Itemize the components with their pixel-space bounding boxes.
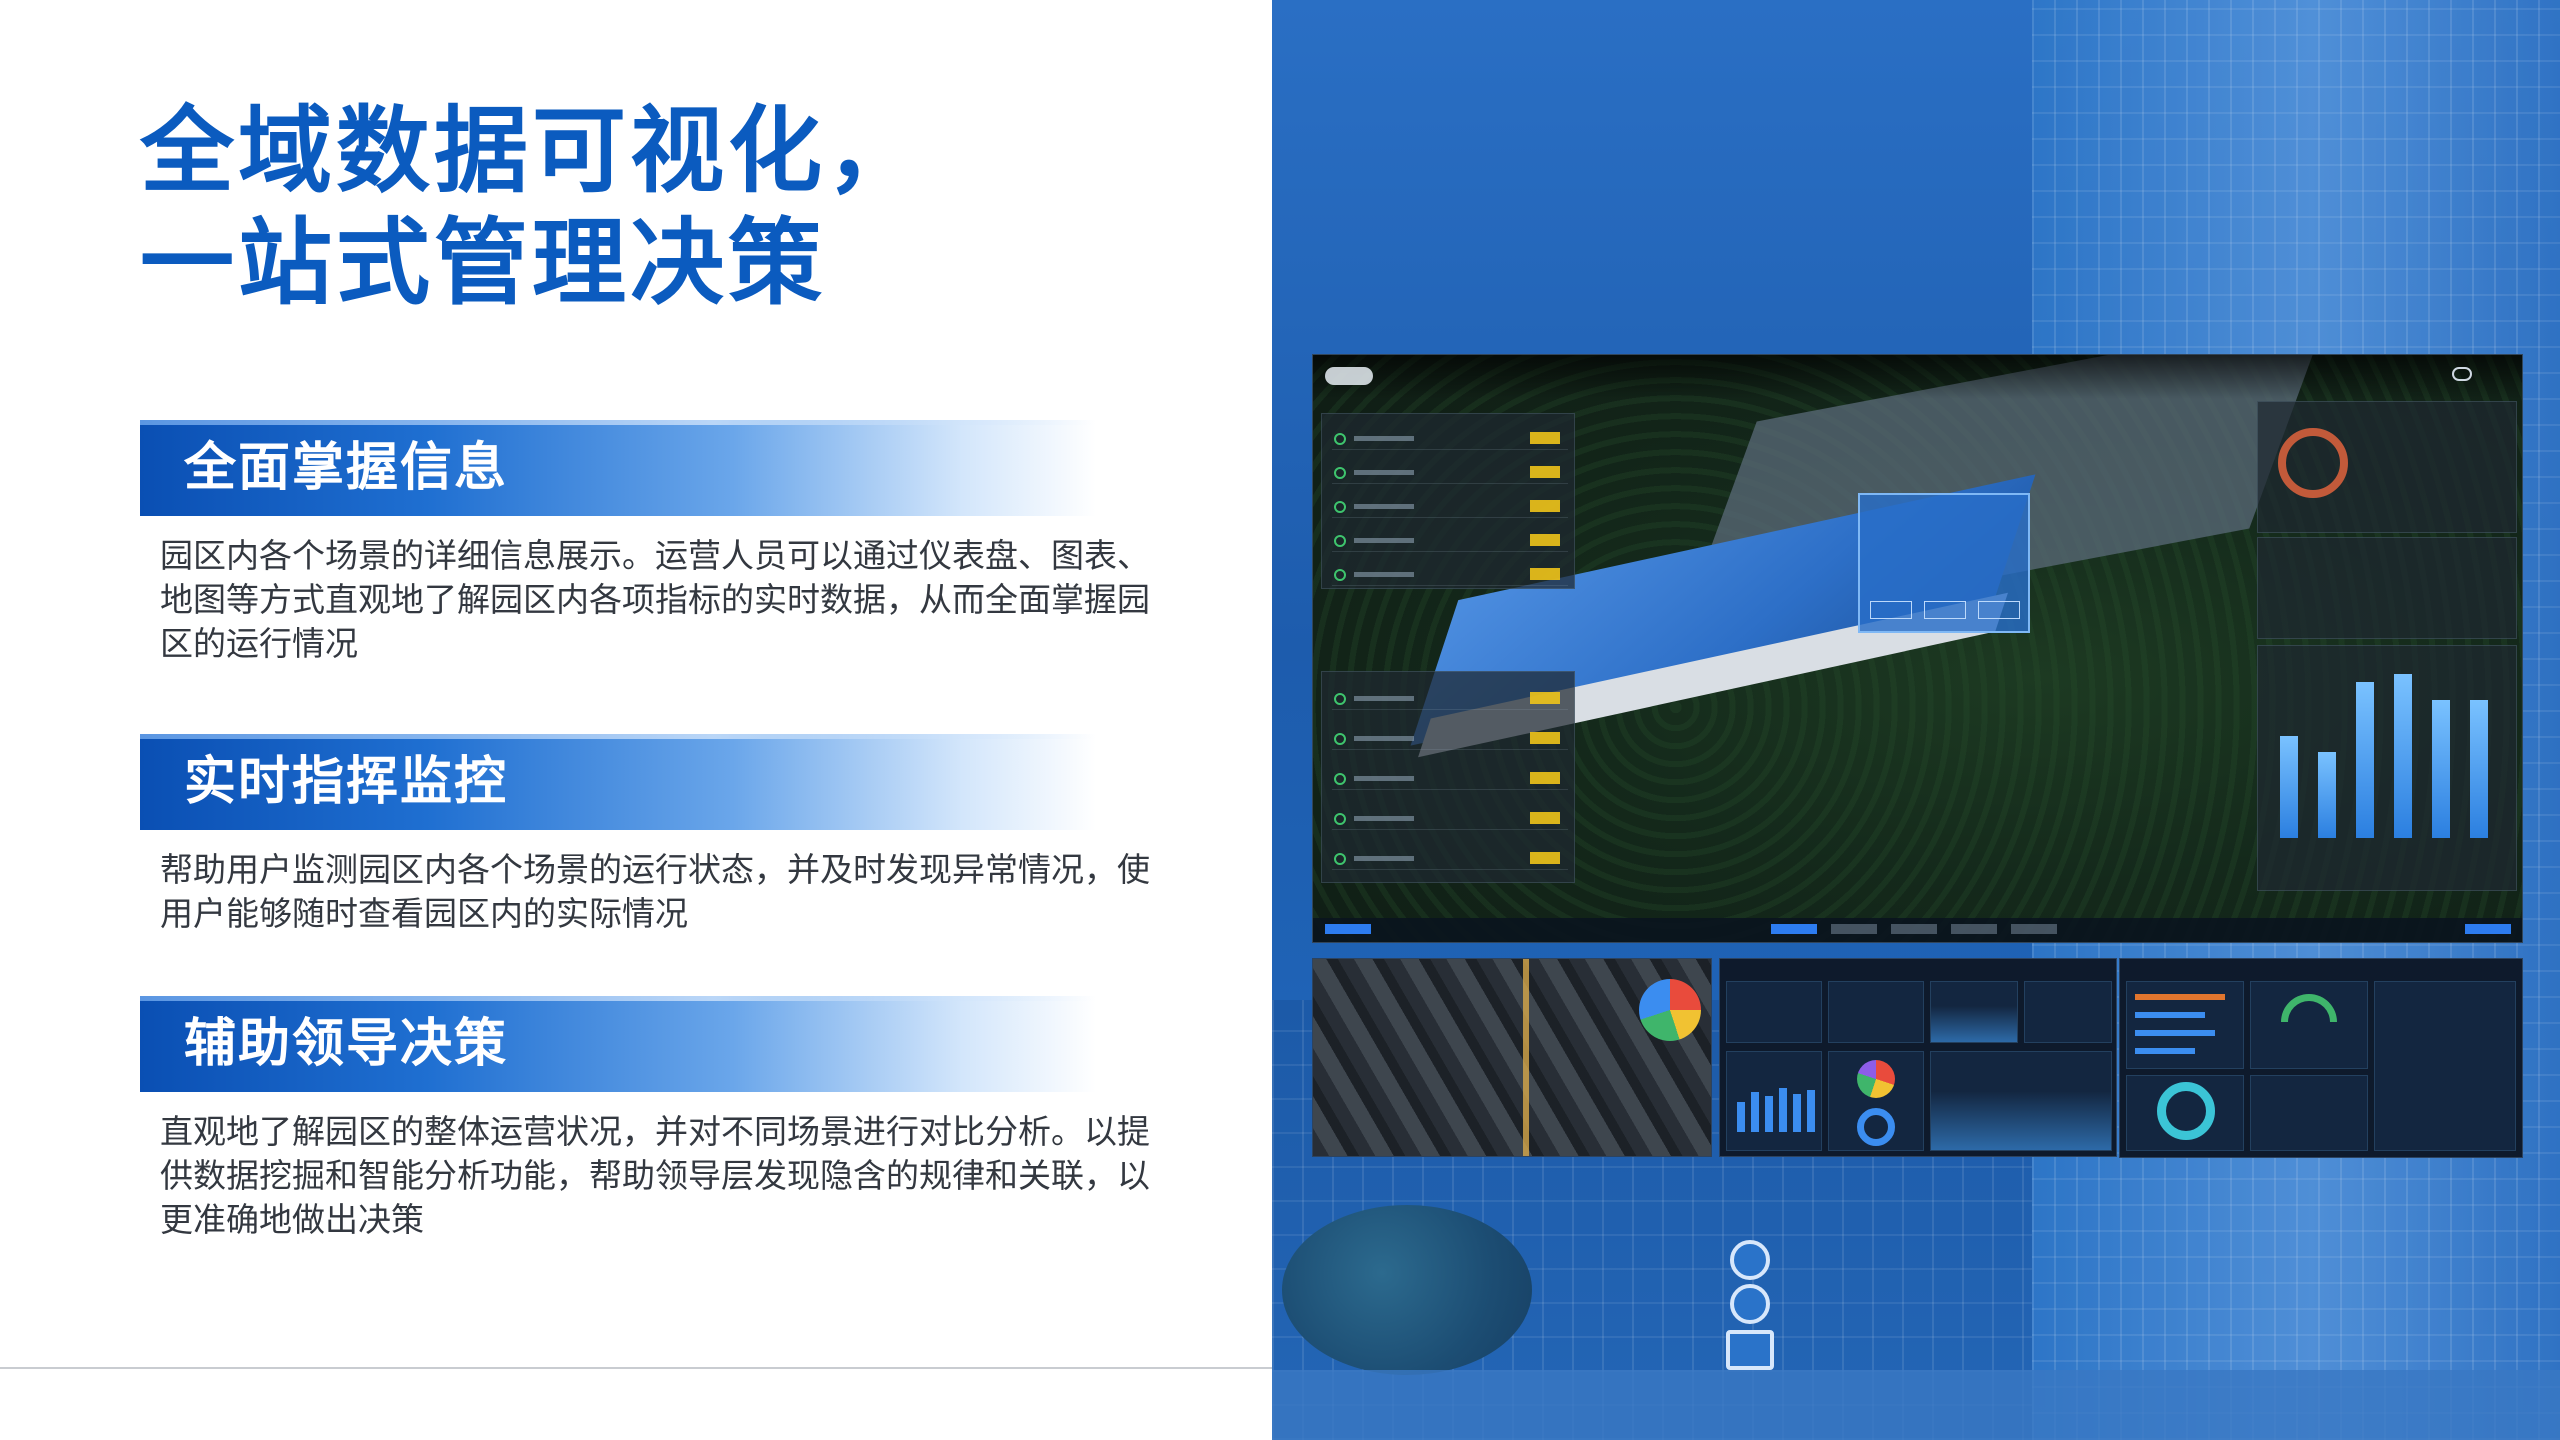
nav-item xyxy=(2011,924,2057,934)
line-chart-card xyxy=(2374,981,2516,1151)
monitoring-dashboard-thumbnail xyxy=(2119,958,2523,1158)
nav-item xyxy=(1951,924,1997,934)
stat-row xyxy=(1332,728,1568,750)
stat-row xyxy=(1332,496,1568,518)
pie-chart-icon xyxy=(1857,1060,1895,1098)
pie-chart-icon xyxy=(1639,979,1701,1041)
section-decision: 辅助领导决策 直观地了解园区的整体运营状况，并对不同场景进行对比分析。以提供数据… xyxy=(140,996,1180,1242)
main-dashboard-screenshot xyxy=(1312,354,2523,943)
donut-chart-card xyxy=(2126,1075,2244,1151)
chart-bar xyxy=(2356,682,2374,838)
tree-image xyxy=(1282,1205,1532,1375)
nav-item xyxy=(1831,924,1877,934)
line-chart-card xyxy=(2250,1075,2368,1151)
nav-item xyxy=(1325,924,1371,934)
building-stats-panel xyxy=(1321,413,1575,589)
footer-divider xyxy=(0,1367,1272,1369)
chart-bar xyxy=(2432,700,2450,838)
section-heading: 全面掌握信息 xyxy=(184,438,509,498)
chart-card xyxy=(2024,981,2112,1043)
section-body: 帮助用户监测园区内各个场景的运行状态，并及时发现异常情况，使用户能够随时查看园区… xyxy=(160,850,1150,933)
chart-card xyxy=(1726,981,1822,1043)
stat-row xyxy=(1332,848,1568,870)
section-body: 直观地了解园区的整体运营状况，并对不同场景进行对比分析。以提供数据挖掘和智能分析… xyxy=(160,1112,1150,1239)
stat-row xyxy=(1332,688,1568,710)
no-parking-sign-icon xyxy=(1726,1330,1774,1370)
chart-bar xyxy=(2318,752,2336,838)
section-header-bar: 全面掌握信息 xyxy=(140,420,1096,516)
nav-item xyxy=(2465,924,2511,934)
chart-bar xyxy=(2280,736,2298,838)
building-info-popup xyxy=(1858,493,2030,633)
stat-row xyxy=(1332,808,1568,830)
section-heading: 辅助领导决策 xyxy=(184,1014,509,1074)
road-line xyxy=(1523,959,1529,1156)
image-panel xyxy=(1272,0,2560,1440)
chart-card xyxy=(1828,981,1924,1043)
street-ground xyxy=(1272,1370,2560,1440)
section-header-bar: 辅助领导决策 xyxy=(140,996,1096,1092)
chart-bar xyxy=(2470,700,2488,838)
cloud-icon xyxy=(2452,367,2472,381)
stat-row xyxy=(1332,462,1568,484)
ring-chart-icon xyxy=(2157,1082,2215,1140)
dashboard-header xyxy=(1313,355,2522,399)
energy-stats-panel xyxy=(2257,401,2517,533)
chart-bar xyxy=(2394,674,2412,838)
park-stats-panel xyxy=(1321,671,1575,883)
gauge-icon xyxy=(2281,994,2337,1022)
page-title-line-2: 一站式管理决策 xyxy=(140,209,827,318)
trend-chart-panel xyxy=(2257,645,2517,891)
road-sign-icon xyxy=(1730,1240,1770,1280)
road-sign-icon xyxy=(1730,1284,1770,1324)
section-body: 园区内各个场景的详细信息展示。运营人员可以通过仪表盘、图表、地图等方式直观地了解… xyxy=(160,536,1150,663)
dashboard-bottom-nav xyxy=(1313,918,2522,942)
page-title-line-1: 全域数据可视化， xyxy=(140,97,925,206)
dashboard-logo-icon xyxy=(1325,367,1373,385)
section-heading: 实时指挥监控 xyxy=(184,752,509,812)
popup-button xyxy=(1924,601,1966,619)
gauge-card xyxy=(2250,981,2368,1069)
area-chart-card xyxy=(1930,981,2018,1043)
popup-button xyxy=(1870,601,1912,619)
stat-row xyxy=(1332,428,1568,450)
donut-chart-card xyxy=(1828,1051,1924,1151)
ring-chart-icon xyxy=(1857,1108,1895,1146)
stat-row xyxy=(1332,768,1568,790)
popup-button xyxy=(1978,601,2020,619)
bar-chart-card xyxy=(1726,1051,1822,1151)
text-panel: 全域数据可视化， 一站式管理决策 全面掌握信息 园区内各个场景的详细信息展示。运… xyxy=(0,0,1272,1440)
city-map-dashboard-thumbnail xyxy=(1312,958,1712,1157)
gauge-ring xyxy=(2278,428,2348,498)
event-stats-panel xyxy=(2257,537,2517,639)
analytics-dashboard-thumbnail xyxy=(1719,958,2117,1157)
progress-list-card xyxy=(2126,981,2244,1069)
stat-row xyxy=(1332,530,1568,552)
nav-item xyxy=(1771,924,1817,934)
page-title: 全域数据可视化， 一站式管理决策 xyxy=(140,96,1240,320)
area-chart-card xyxy=(1930,1051,2112,1151)
stat-row xyxy=(1332,564,1568,586)
section-info: 全面掌握信息 园区内各个场景的详细信息展示。运营人员可以通过仪表盘、图表、地图等… xyxy=(140,420,1180,666)
nav-item xyxy=(1891,924,1937,934)
section-monitoring: 实时指挥监控 帮助用户监测园区内各个场景的运行状态，并及时发现异常情况，使用户能… xyxy=(140,734,1180,936)
section-header-bar: 实时指挥监控 xyxy=(140,734,1096,830)
